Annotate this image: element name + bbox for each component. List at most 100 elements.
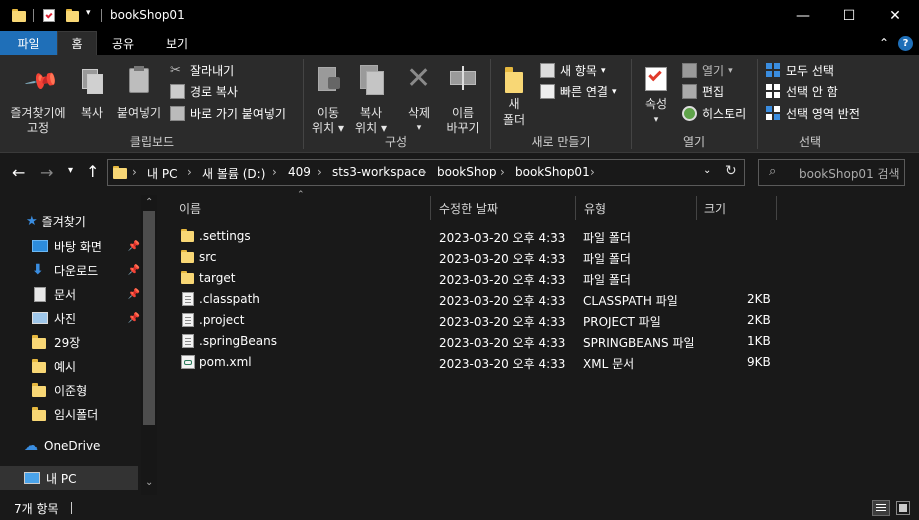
cut-button[interactable]: ✂ 잘라내기 <box>170 60 234 81</box>
edit-button[interactable]: 편집 <box>682 81 724 102</box>
column-header-modified[interactable]: 수정한 날짜 <box>439 200 498 217</box>
new-folder-qa-icon[interactable] <box>66 9 79 22</box>
details-view-icon[interactable] <box>872 500 890 516</box>
breadcrumb-sts3-workspace[interactable]: sts3-workspace <box>332 165 425 179</box>
tab-file[interactable]: 파일 <box>0 31 57 55</box>
refresh-icon[interactable]: ↻ <box>725 163 737 179</box>
column-divider[interactable] <box>575 196 576 220</box>
collapse-ribbon-icon[interactable]: ⌃ <box>879 36 889 50</box>
nav-item-lee[interactable]: 이준형 <box>32 378 87 402</box>
customize-qa-icon[interactable]: ▾ <box>86 8 91 18</box>
scroll-down-icon[interactable]: ⌄ <box>145 477 153 488</box>
scroll-up-icon[interactable]: ⌃ <box>145 197 153 208</box>
copy-path-button[interactable]: 경로 복사 <box>170 81 238 102</box>
tab-share[interactable]: 공유 <box>98 31 148 55</box>
breadcrumb-this-pc[interactable]: 내 PC <box>147 165 177 182</box>
file-size: 2KB <box>747 313 771 327</box>
move-to-button[interactable]: 이동 위치 ▾ <box>308 63 348 135</box>
column-header-name[interactable]: 이름 <box>179 200 201 217</box>
select-all-button[interactable]: 모두 선택 <box>766 60 834 81</box>
star-icon: ★ <box>26 213 38 229</box>
pin-to-quick-access-button[interactable]: 📌 즐겨찾기에 고정 <box>4 63 72 135</box>
nav-item-downloads[interactable]: ⬇ 다운로드 📌 <box>32 258 140 282</box>
nav-item-pictures[interactable]: 사진 📌 <box>32 306 140 330</box>
file-row[interactable]: .springBeans 2023-03-20 오후 4:33 SPRINGBE… <box>172 331 772 352</box>
forward-arrow-icon[interactable]: → <box>40 163 53 182</box>
copy-to-button[interactable]: 복사 위치 ▾ <box>350 63 392 135</box>
edit-icon <box>682 84 697 99</box>
properties-qa-icon[interactable] <box>43 9 55 22</box>
new-folder-button[interactable]: 새 폴더 <box>496 63 532 133</box>
pin-icon[interactable]: 📌 <box>128 289 140 300</box>
properties-button[interactable]: 속성 ▾ <box>636 63 676 133</box>
file-row[interactable]: pom.xml 2023-03-20 오후 4:33 XML 문서 9KB <box>172 352 772 373</box>
column-divider[interactable] <box>776 196 777 220</box>
nav-item-29[interactable]: 29장 <box>32 330 80 354</box>
paste-button[interactable]: 붙여넣기 <box>112 63 166 123</box>
file-row[interactable]: target 2023-03-20 오후 4:33 파일 폴더 <box>172 268 772 289</box>
file-row[interactable]: src 2023-03-20 오후 4:33 파일 폴더 <box>172 247 772 268</box>
select-none-button[interactable]: 선택 안 함 <box>766 81 838 102</box>
tab-view[interactable]: 보기 <box>150 31 204 55</box>
pin-icon[interactable]: 📌 <box>128 265 140 276</box>
xml-file-icon <box>181 355 195 369</box>
select-all-label: 모두 선택 <box>786 64 834 78</box>
folder-icon <box>181 250 194 263</box>
new-item-button[interactable]: 새 항목 ▾ <box>540 60 605 81</box>
help-icon[interactable]: ? <box>898 36 913 51</box>
close-button[interactable]: ✕ <box>872 0 918 31</box>
nav-onedrive[interactable]: ☁ OneDrive <box>24 434 100 458</box>
breadcrumb-drive-d[interactable]: 새 볼륨 (D:) <box>202 165 265 182</box>
file-row[interactable]: .classpath 2023-03-20 오후 4:33 CLASSPATH … <box>172 289 772 310</box>
tab-home[interactable]: 홈 <box>57 31 97 55</box>
minimize-button[interactable]: — <box>780 0 826 31</box>
properties-dropdown-icon: ▾ <box>653 115 659 125</box>
pin-icon[interactable]: 📌 <box>128 313 140 324</box>
search-box[interactable]: ⌕ bookShop01 검색 <box>758 159 905 186</box>
back-arrow-icon[interactable]: ← <box>12 163 25 182</box>
maximize-button[interactable]: ☐ <box>826 0 872 31</box>
nav-label-example: 예시 <box>54 359 77 374</box>
file-type: 파일 폴더 <box>583 252 631 266</box>
address-bar[interactable]: › 내 PC › 새 볼륨 (D:) › 409 › sts3-workspac… <box>107 159 745 186</box>
pin-icon[interactable]: 📌 <box>128 241 140 252</box>
column-divider[interactable] <box>696 196 697 220</box>
file-type: XML 문서 <box>583 357 635 371</box>
breadcrumb-bookshop01[interactable]: bookShop01 <box>515 165 590 179</box>
column-header-size[interactable]: 크기 <box>704 200 726 217</box>
file-row[interactable]: .project 2023-03-20 오후 4:33 PROJECT 파일 2… <box>172 310 772 331</box>
search-input[interactable]: bookShop01 검색 <box>799 165 900 182</box>
nav-item-temp[interactable]: 임시폴더 <box>32 402 98 426</box>
open-button[interactable]: 열기 ▾ <box>682 60 733 81</box>
nav-scrollbar[interactable]: ⌃ ⌄ <box>141 195 157 495</box>
file-row[interactable]: .settings 2023-03-20 오후 4:33 파일 폴더 <box>172 226 772 247</box>
breadcrumb-409[interactable]: 409 <box>288 165 311 179</box>
breadcrumb-bookshop[interactable]: bookShop <box>437 165 496 179</box>
delete-button[interactable]: ✕ 삭제 ▾ <box>396 61 442 133</box>
invert-selection-button[interactable]: 선택 영역 반전 <box>766 103 860 124</box>
paste-shortcut-button[interactable]: 바로 가기 붙여넣기 <box>170 103 286 124</box>
easy-access-button[interactable]: 빠른 연결 ▾ <box>540 81 617 102</box>
select-none-icon <box>766 84 781 99</box>
address-dropdown-icon[interactable]: ⌄ <box>703 165 711 176</box>
file-type: PROJECT 파일 <box>583 315 661 329</box>
nav-quick-access[interactable]: ★ 즐겨찾기 <box>26 209 86 233</box>
divider <box>631 59 632 149</box>
nav-item-documents[interactable]: 문서 📌 <box>32 282 140 306</box>
history-button[interactable]: 히스토리 <box>682 103 746 124</box>
copy-button[interactable]: 복사 <box>74 63 110 123</box>
large-icons-view-icon[interactable] <box>896 501 910 515</box>
recent-locations-icon[interactable]: ▾ <box>68 165 73 176</box>
column-divider[interactable] <box>430 196 431 220</box>
nav-this-pc[interactable]: 내 PC <box>0 466 138 490</box>
cloud-icon: ☁ <box>24 438 38 454</box>
column-header-type[interactable]: 유형 <box>584 200 606 217</box>
up-arrow-icon[interactable]: ↑ <box>86 162 99 181</box>
nav-item-example[interactable]: 예시 <box>32 354 76 378</box>
scroll-thumb[interactable] <box>143 211 155 425</box>
history-icon <box>682 106 697 121</box>
edit-label: 편집 <box>702 85 725 99</box>
nav-item-desktop[interactable]: 바탕 화면 📌 <box>32 234 140 258</box>
file-name: .settings <box>199 229 251 243</box>
rename-button[interactable]: 이름 바꾸기 <box>442 63 484 135</box>
